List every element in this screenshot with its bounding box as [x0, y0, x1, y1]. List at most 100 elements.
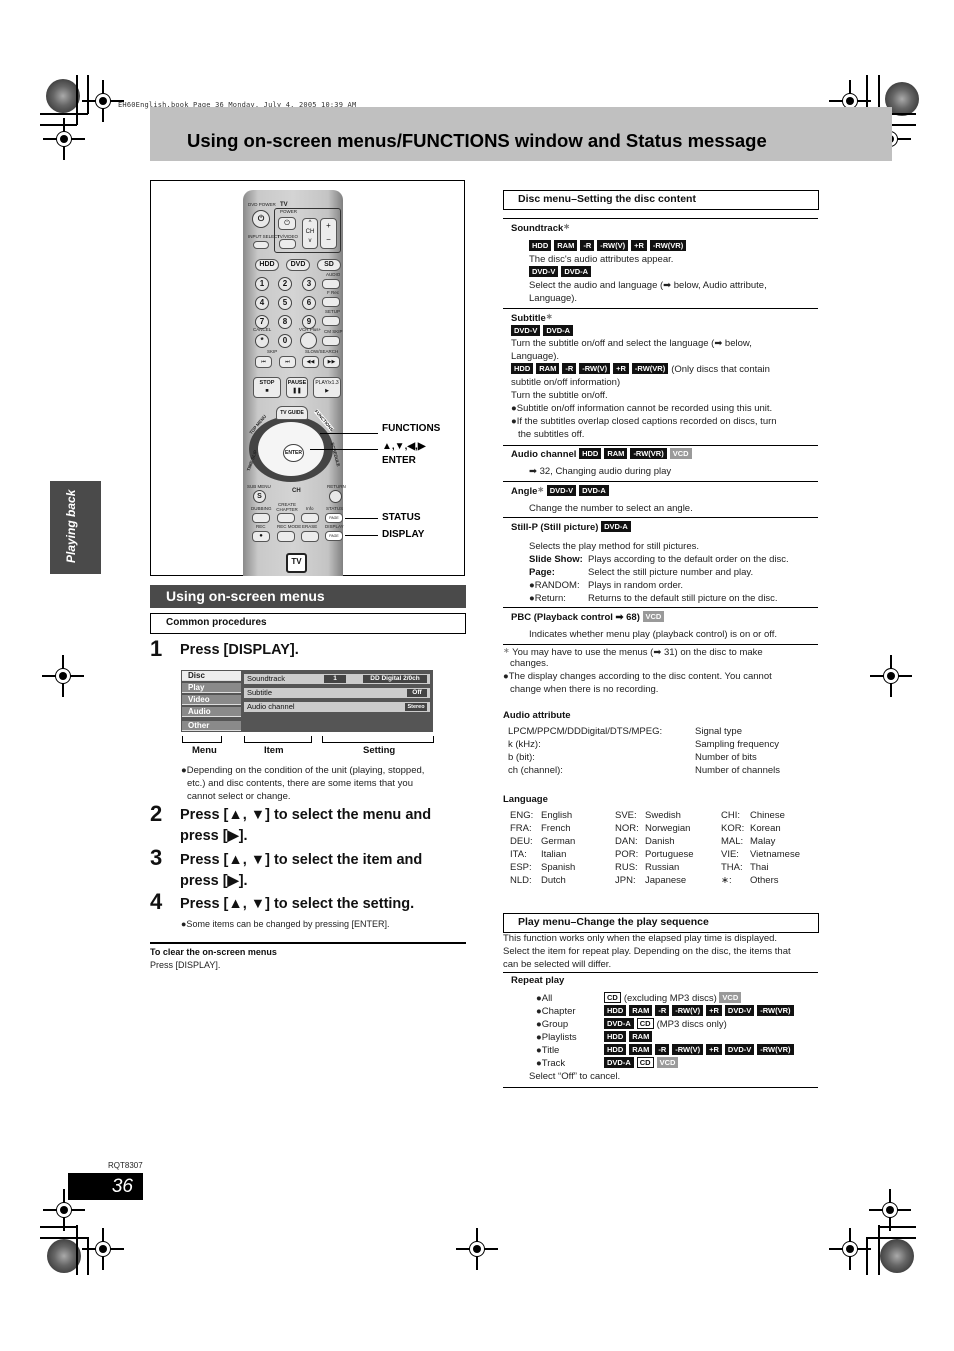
rewind-button[interactable]: ◀◀: [302, 356, 319, 368]
language-name: Portuguese: [645, 849, 694, 860]
cm-skip-button[interactable]: [322, 336, 340, 346]
attribute-value: Sampling frequency: [695, 739, 779, 750]
status-button[interactable]: PAGE: [325, 513, 343, 523]
play-button[interactable]: PLAY/x1.3 ▶: [313, 377, 341, 398]
registration-mark: [43, 1189, 85, 1231]
channel-rocker[interactable]: ^ CH v: [302, 218, 318, 249]
create-chapter-button[interactable]: [277, 513, 295, 523]
vcd-badge: VCD: [642, 611, 665, 622]
setup-button[interactable]: [322, 316, 340, 326]
language-name: Thai: [750, 862, 769, 873]
repeat-option-label: ●All: [536, 993, 553, 1004]
pbc-heading: PBC (Playback control ➡ 68) VCD: [511, 611, 667, 623]
volume-rocker[interactable]: + −: [320, 218, 337, 249]
crop-line: [40, 1237, 88, 1239]
erase-button[interactable]: [301, 531, 319, 542]
dvd-power-button[interactable]: ⏻: [252, 210, 270, 228]
option-key: Slide Show:: [529, 554, 583, 565]
tv-video-button[interactable]: [279, 239, 296, 249]
audio-button[interactable]: [322, 279, 340, 289]
step-text: press [▶].: [180, 873, 248, 889]
sub-menu-button[interactable]: S: [253, 490, 266, 503]
language-code: MAL:: [721, 836, 744, 847]
body-text: Selects the play method for still pictur…: [529, 541, 700, 552]
number-button-0[interactable]: 0: [278, 334, 292, 348]
dvd-button[interactable]: DVD: [286, 259, 310, 271]
dvd-a-badge: DVD-A: [604, 1018, 634, 1029]
side-tab-label: Playing back: [64, 489, 78, 563]
registration-mark: [870, 655, 912, 697]
language-name: Italian: [541, 849, 567, 860]
number-button-8[interactable]: 8: [278, 315, 292, 329]
subtitle-heading: Subtitle∗: [511, 312, 553, 324]
rec-mode-label: REC MODE: [277, 524, 302, 529]
language-name: Spanish: [541, 862, 576, 873]
fast-forward-button[interactable]: ▶▶: [323, 356, 340, 368]
info-button[interactable]: [301, 513, 319, 523]
return-button[interactable]: [329, 490, 342, 503]
step-number: 3: [150, 845, 163, 870]
number-button-6[interactable]: 6: [302, 296, 316, 310]
crop-line: [76, 75, 78, 125]
repeat-option-note: (MP3 discs only): [656, 1019, 727, 1030]
body-text: Language).: [511, 351, 560, 362]
rec-mode-button[interactable]: [277, 531, 295, 542]
number-button-3[interactable]: 3: [302, 277, 316, 291]
hdd-badge: HDD: [604, 1031, 627, 1042]
repeat-option-discs: CD (excluding MP3 discs) VCD: [604, 992, 744, 1005]
osd-menu-disc: Disc: [182, 671, 241, 681]
dvd-power-label: DVD POWER: [248, 202, 276, 207]
language-code: DAN:: [615, 836, 638, 847]
enter-button[interactable]: ENTER: [283, 444, 304, 462]
skip-forward-button[interactable]: ⏭: [279, 356, 296, 368]
page-title: Using on-screen menus/FUNCTIONS window a…: [187, 130, 767, 151]
registration-mark: [82, 80, 124, 122]
f-rec-button[interactable]: [322, 297, 340, 307]
crop-line: [866, 1237, 916, 1239]
input-select-button[interactable]: [253, 241, 269, 249]
skip-back-button[interactable]: ⏮: [255, 356, 272, 368]
repeat-option-discs: DVD-A CD VCD: [604, 1057, 681, 1070]
cd-badge: CD: [604, 992, 621, 1003]
sd-button[interactable]: SD: [317, 259, 341, 271]
language-code: ENG:: [510, 810, 534, 821]
rec-button[interactable]: ●: [252, 531, 270, 542]
disc-menu-heading: Disc menu–Setting the disc content: [503, 190, 819, 210]
page-number-block: 36: [68, 1173, 143, 1200]
number-button-4[interactable]: 4: [255, 296, 269, 310]
step-number: 2: [150, 801, 163, 826]
number-button-1[interactable]: 1: [255, 277, 269, 291]
hdd-button[interactable]: HDD: [255, 259, 279, 271]
cancel-button[interactable]: *: [255, 334, 269, 348]
attribute-key: ch (channel):: [508, 765, 563, 776]
osd-menu-other: Other: [182, 721, 241, 731]
crop-line: [878, 1225, 880, 1275]
stop-button[interactable]: STOP ■: [253, 377, 281, 398]
display-button[interactable]: PAGE: [325, 531, 343, 541]
subsection-heading-text: Common procedures: [166, 617, 267, 628]
tv-guide-button[interactable]: TV GUIDE: [276, 406, 308, 420]
vcr-plus-button[interactable]: [300, 332, 317, 349]
number-button-2[interactable]: 2: [278, 277, 292, 291]
registration-mark: [869, 1189, 911, 1231]
number-button-5[interactable]: 5: [278, 296, 292, 310]
rw-v-badge: -RW(V): [672, 1005, 704, 1016]
osd-value: 1: [324, 675, 346, 683]
callout-arrows: ▲,▼,◀,▶: [382, 441, 426, 452]
cancel-label: CANCEL: [253, 327, 272, 332]
ram-badge: RAM: [536, 363, 560, 374]
rw-vr-badge: -RW(VR): [630, 448, 667, 459]
crop-line: [40, 124, 77, 126]
tv-power-button[interactable]: ⏻: [278, 217, 296, 230]
note-text: cannot select or change.: [187, 791, 291, 802]
power-label: POWER: [280, 209, 298, 214]
divider: [503, 1087, 818, 1088]
dvd-v-badge: DVD-V: [724, 1005, 755, 1016]
crop-line: [878, 1226, 916, 1228]
dubbing-label: DUBBING: [251, 506, 272, 511]
side-tab: Playing back: [50, 481, 101, 574]
body-text: The disc's audio attributes appear.: [529, 254, 674, 265]
dvd-a-badge: DVD-A: [604, 1057, 634, 1068]
pause-button[interactable]: PAUSE ❚❚: [286, 377, 308, 398]
dubbing-button[interactable]: [252, 513, 270, 523]
